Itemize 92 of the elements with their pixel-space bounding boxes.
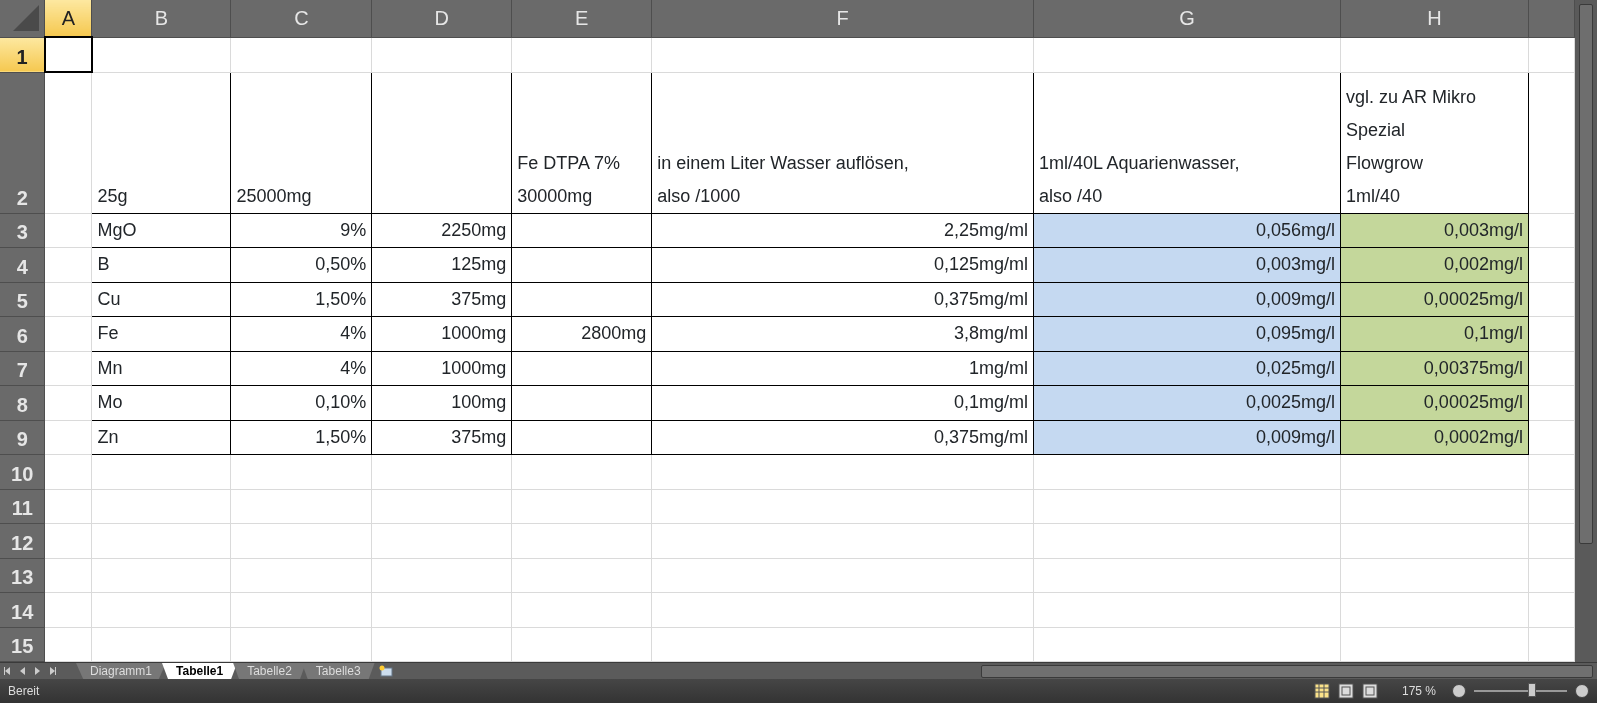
table-cell: 1000mg (371, 316, 512, 351)
table-cell: MgO (91, 213, 231, 248)
table-cell: Mo (91, 385, 231, 420)
page-break-icon[interactable] (1361, 683, 1378, 699)
table-cell: 0,025mg/l (1033, 351, 1341, 386)
table-cell: 4% (230, 316, 372, 351)
table-cell: 1,50% (230, 420, 372, 455)
vertical-scrollbar[interactable] (1575, 0, 1597, 662)
table-cell: 2800mg (511, 316, 652, 351)
table-cell: 375mg (371, 282, 512, 317)
table-cell: 0,1mg/l (1340, 316, 1529, 351)
row-header[interactable]: 12 (0, 523, 45, 558)
column-header[interactable]: F (651, 0, 1034, 37)
column-header[interactable]: B (91, 0, 231, 37)
status-text: Bereit (7, 683, 41, 700)
table-cell: 0,125mg/ml (651, 247, 1034, 282)
header-cell: 1ml/40L Aquarienwasser, also /40 (1033, 72, 1341, 213)
normal-view-icon[interactable] (1313, 683, 1330, 699)
zoom-level[interactable]: 175 % (1401, 682, 1436, 700)
header-cell: Fe DTPA 7% 30000mg (511, 72, 652, 213)
table-cell: 0,10% (230, 385, 372, 420)
table-cell: 3,8mg/ml (651, 316, 1034, 351)
table-cell: 125mg (371, 247, 512, 282)
table-cell: 2,25mg/ml (651, 213, 1034, 248)
row-header[interactable]: 13 (0, 558, 45, 593)
row-header[interactable]: 8 (0, 385, 45, 420)
zoom-out-button[interactable] (1452, 684, 1466, 698)
header-cell: 25g (91, 72, 231, 213)
table-cell: 0,003mg/l (1033, 247, 1341, 282)
table-cell: B (91, 247, 231, 282)
first-sheet-icon[interactable] (4, 666, 11, 676)
table-cell: 0,00025mg/l (1340, 282, 1529, 317)
next-sheet-icon[interactable] (34, 666, 41, 676)
table-cell: Cu (91, 282, 231, 317)
table-cell: 2250mg (371, 213, 512, 248)
table-cell: 375mg (371, 420, 512, 455)
last-sheet-icon[interactable] (49, 666, 56, 676)
header-cell: 25000mg (230, 72, 372, 213)
row-header[interactable]: 5 (0, 282, 45, 317)
zoom-in-button[interactable] (1575, 684, 1589, 698)
column-header[interactable]: C (230, 0, 372, 37)
zoom-slider[interactable] (1527, 683, 1536, 697)
active-cell[interactable] (45, 37, 92, 72)
scroll-thumb[interactable] (1579, 4, 1593, 544)
table-cell: Zn (91, 420, 231, 455)
new-sheet-icon[interactable] (378, 665, 393, 677)
table-cell: 0,095mg/l (1033, 316, 1341, 351)
row-header[interactable]: 3 (0, 213, 45, 248)
row-header[interactable]: 11 (0, 489, 45, 524)
table-cell: 0,1mg/ml (651, 385, 1034, 420)
table-cell: 0,009mg/l (1033, 282, 1341, 317)
table-cell: 0,0002mg/l (1340, 420, 1529, 455)
column-header[interactable]: H (1340, 0, 1529, 37)
table-cell: 0,009mg/l (1033, 420, 1341, 455)
table-cell: 0,00375mg/l (1340, 351, 1529, 386)
page-layout-icon[interactable] (1337, 683, 1354, 699)
table-cell: 0,002mg/l (1340, 247, 1529, 282)
row-header[interactable]: 9 (0, 420, 45, 455)
table-cell: 0,375mg/ml (651, 282, 1034, 317)
header-cell: vgl. zu AR Mikro Spezial Flowgrow 1ml/40 (1340, 72, 1529, 213)
column-header[interactable]: D (371, 0, 512, 37)
column-header[interactable]: G (1033, 0, 1341, 37)
table-cell: Mn (91, 351, 231, 386)
row-header[interactable]: 2 (0, 72, 45, 213)
row-header[interactable]: 14 (0, 592, 45, 627)
table-cell: 0,50% (230, 247, 372, 282)
table-cell: 1,50% (230, 282, 372, 317)
table-cell: 0,00025mg/l (1340, 385, 1529, 420)
table-cell: 0,375mg/ml (651, 420, 1034, 455)
sheet-tab[interactable]: Tabelle2 (233, 663, 306, 679)
row-header[interactable]: 10 (0, 454, 45, 489)
row-header[interactable]: 7 (0, 351, 45, 386)
row-header[interactable]: 15 (0, 627, 45, 662)
header-cell: in einem Liter Wasser auflösen, also /1000 (651, 72, 1034, 213)
sheet-tab[interactable]: Diagramm1 (76, 663, 166, 679)
table-cell: 100mg (371, 385, 512, 420)
table-cell: 1000mg (371, 351, 512, 386)
table-cell: Fe (91, 316, 231, 351)
horizontal-scrollbar[interactable] (981, 664, 1593, 678)
table-cell: 4% (230, 351, 372, 386)
previous-sheet-icon[interactable] (19, 666, 26, 676)
column-header[interactable]: A (45, 0, 92, 37)
table-cell: 1mg/ml (651, 351, 1034, 386)
row-header[interactable]: 6 (0, 316, 45, 351)
table-cell: 9% (230, 213, 372, 248)
row-header[interactable]: 1 (0, 37, 45, 72)
table-cell: 0,0025mg/l (1033, 385, 1341, 420)
column-header[interactable]: E (511, 0, 652, 37)
row-header[interactable]: 4 (0, 247, 45, 282)
table-cell: 0,003mg/l (1340, 213, 1529, 248)
sheet-tab[interactable]: Tabelle3 (301, 663, 375, 679)
table-cell: 0,056mg/l (1033, 213, 1341, 248)
